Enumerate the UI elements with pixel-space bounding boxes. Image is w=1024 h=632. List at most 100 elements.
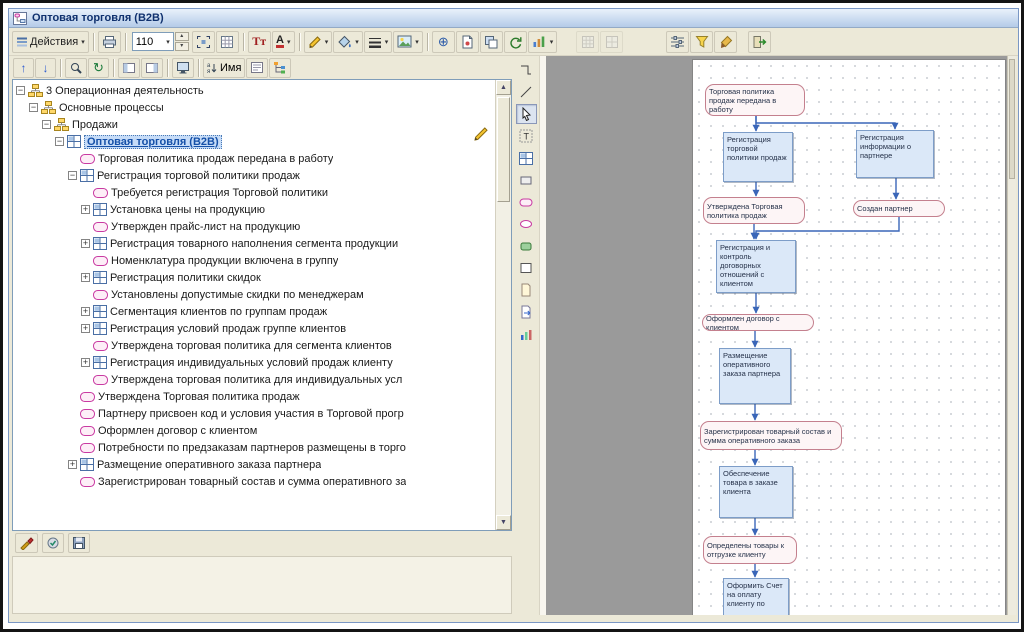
collapse-icon[interactable]: − (42, 120, 51, 129)
dropdown-arrow-icon[interactable]: ▾ (287, 38, 291, 46)
style-brush-button[interactable] (714, 31, 737, 53)
dropdown-arrow-icon[interactable]: ▾ (550, 38, 554, 46)
move-down-button[interactable]: ↓ (35, 58, 56, 78)
tree-item[interactable]: +Сегментация клиентов по группам продаж (13, 303, 495, 320)
save-button[interactable] (68, 533, 90, 553)
tree-item[interactable]: Потребности по предзаказам партнеров раз… (13, 439, 495, 456)
document-tool[interactable] (516, 280, 537, 300)
line-tool[interactable] (516, 82, 537, 102)
dropdown-arrow-icon[interactable]: ▾ (415, 38, 419, 46)
text-format-button[interactable]: Тт (248, 31, 271, 53)
dropdown-arrow-icon[interactable]: ▾ (355, 38, 359, 46)
report-settings-button[interactable] (666, 31, 689, 53)
flow-event-node[interactable]: Зарегистрирован товарный состав и сумма … (700, 421, 842, 450)
tree-item[interactable]: Утверждена торговая политика для индивид… (13, 371, 495, 388)
flow-event-node[interactable]: Определены товары к отгрузке клиенту (703, 536, 797, 564)
tree-item[interactable]: +Установка цены на продукцию (13, 201, 495, 218)
tree-item[interactable]: Оформлен договор с клиентом (13, 422, 495, 439)
event-tool[interactable] (516, 192, 537, 212)
tree-item[interactable]: Торговая политика продаж передана в рабо… (13, 150, 495, 167)
collapse-icon[interactable]: − (55, 137, 64, 146)
chart-tool[interactable] (516, 324, 537, 344)
scroll-thumb[interactable] (497, 97, 510, 202)
expand-icon[interactable]: + (81, 358, 90, 367)
collapse-icon[interactable]: − (68, 171, 77, 180)
text-tool[interactable]: T (516, 126, 537, 146)
tree-item[interactable]: +Регистрация товарного наполнения сегмен… (13, 235, 495, 252)
tree-item[interactable]: Установлены допустимые скидки по менедже… (13, 286, 495, 303)
view-mode-button[interactable] (172, 58, 194, 78)
flow-process-node[interactable]: Обеспечение товара в заказе клиента (719, 466, 793, 518)
tree-item[interactable]: Утверждена Торговая политика продаж (13, 388, 495, 405)
check-button[interactable] (42, 533, 64, 553)
diagram-canvas[interactable]: Торговая политика продаж передана в рабо… (546, 56, 1016, 615)
tree-item[interactable]: Партнеру присвоен код и условия участия … (13, 405, 495, 422)
subprocess-tool[interactable] (516, 170, 537, 190)
find-button[interactable] (65, 58, 87, 78)
refresh-button[interactable]: ↻ (88, 58, 109, 78)
sort-by-name-button[interactable]: ая Имя (203, 58, 245, 78)
tree-item[interactable]: −Регистрация торговой политики продаж (13, 167, 495, 184)
rotate-button[interactable] (504, 31, 527, 53)
collapse-icon[interactable]: − (16, 86, 25, 95)
zoom-decrease-button[interactable]: ▾ (175, 42, 189, 51)
format-brush-button[interactable] (15, 533, 38, 553)
flow-process-node[interactable]: Регистрация торговой политики продаж (723, 132, 793, 182)
tree-item[interactable]: Зарегистрирован товарный состав и сумма … (13, 473, 495, 490)
expand-icon[interactable]: + (81, 307, 90, 316)
scroll-up-button[interactable]: ▲ (496, 80, 511, 95)
canvas-scroll-thumb[interactable] (1009, 59, 1015, 179)
ellipse-tool[interactable] (516, 214, 537, 234)
rectangle-tool[interactable] (516, 258, 537, 278)
close-button[interactable] (748, 31, 771, 53)
tree-item[interactable]: +Регистрация политики скидок (13, 269, 495, 286)
table-button[interactable] (576, 31, 599, 53)
tree-item[interactable]: Номенклатура продукции включена в группу (13, 252, 495, 269)
flow-event-node[interactable]: Оформлен договор с клиентом (702, 314, 814, 331)
font-color-button[interactable]: А ▾ (272, 31, 295, 53)
tree-item[interactable]: −3 Операционная деятельность (13, 82, 495, 99)
group-objects-button[interactable] (480, 31, 503, 53)
diagram-type-button[interactable]: ▾ (528, 31, 558, 53)
tree-item[interactable]: Требуется регистрация Торговой политики (13, 184, 495, 201)
line-style-button[interactable]: ▾ (364, 31, 393, 53)
list-settings-button[interactable] (246, 58, 268, 78)
process-tool[interactable] (516, 148, 537, 168)
tree-scrollbar[interactable]: ▲ ▼ (495, 80, 511, 530)
move-up-button[interactable]: ↑ (13, 58, 34, 78)
tree-item[interactable]: +Регистрация индивидуальных условий прод… (13, 354, 495, 371)
dropdown-arrow-icon[interactable]: ▾ (385, 38, 389, 46)
flow-event-node[interactable]: Создан партнер (853, 200, 945, 217)
tree-item[interactable]: +Размещение оперативного заказа партнера (13, 456, 495, 473)
splitter[interactable] (539, 56, 546, 615)
cells-button[interactable] (600, 31, 623, 53)
expand-icon[interactable]: + (81, 205, 90, 214)
insert-object-button[interactable] (456, 31, 479, 53)
state-tool[interactable] (516, 236, 537, 256)
zoom-box[interactable]: 110▾ (132, 32, 174, 51)
dropdown-arrow-icon[interactable]: ▾ (325, 38, 329, 46)
pointer-tool[interactable] (516, 104, 537, 124)
fill-color-button[interactable]: ▾ (333, 31, 363, 53)
tree-item[interactable]: +Регистрация условий продаж группе клиен… (13, 320, 495, 337)
canvas-scrollbar[interactable] (1007, 56, 1016, 615)
actions-button[interactable]: Действия ▾ (12, 31, 89, 53)
zoom-fit-button[interactable] (192, 31, 215, 53)
expand-icon[interactable]: + (81, 239, 90, 248)
flow-process-node[interactable]: Регистрация и контроль договорных отноше… (716, 240, 796, 293)
expand-icon[interactable]: + (81, 324, 90, 333)
grid-toggle-button[interactable] (216, 31, 239, 53)
tree-item[interactable]: −Основные процессы (13, 99, 495, 116)
hyperlink-tool[interactable] (516, 302, 537, 322)
expand-icon[interactable]: + (81, 273, 90, 282)
insert-picture-button[interactable]: ▾ (393, 31, 423, 53)
connection-points-button[interactable]: ⊕ (432, 31, 455, 53)
collapse-icon[interactable]: − (29, 103, 38, 112)
zoom-control[interactable]: 110▾ ▴ ▾ (132, 32, 189, 51)
print-button[interactable] (98, 31, 121, 53)
diagram-page[interactable]: Торговая политика продаж передана в рабо… (692, 59, 1006, 615)
filter-button[interactable] (690, 31, 713, 53)
flow-event-node[interactable]: Утверждена Торговая политика продаж (703, 197, 805, 224)
tree-item[interactable]: Утвержден прайс-лист на продукцию (13, 218, 495, 235)
line-color-button[interactable]: ▾ (304, 31, 333, 53)
